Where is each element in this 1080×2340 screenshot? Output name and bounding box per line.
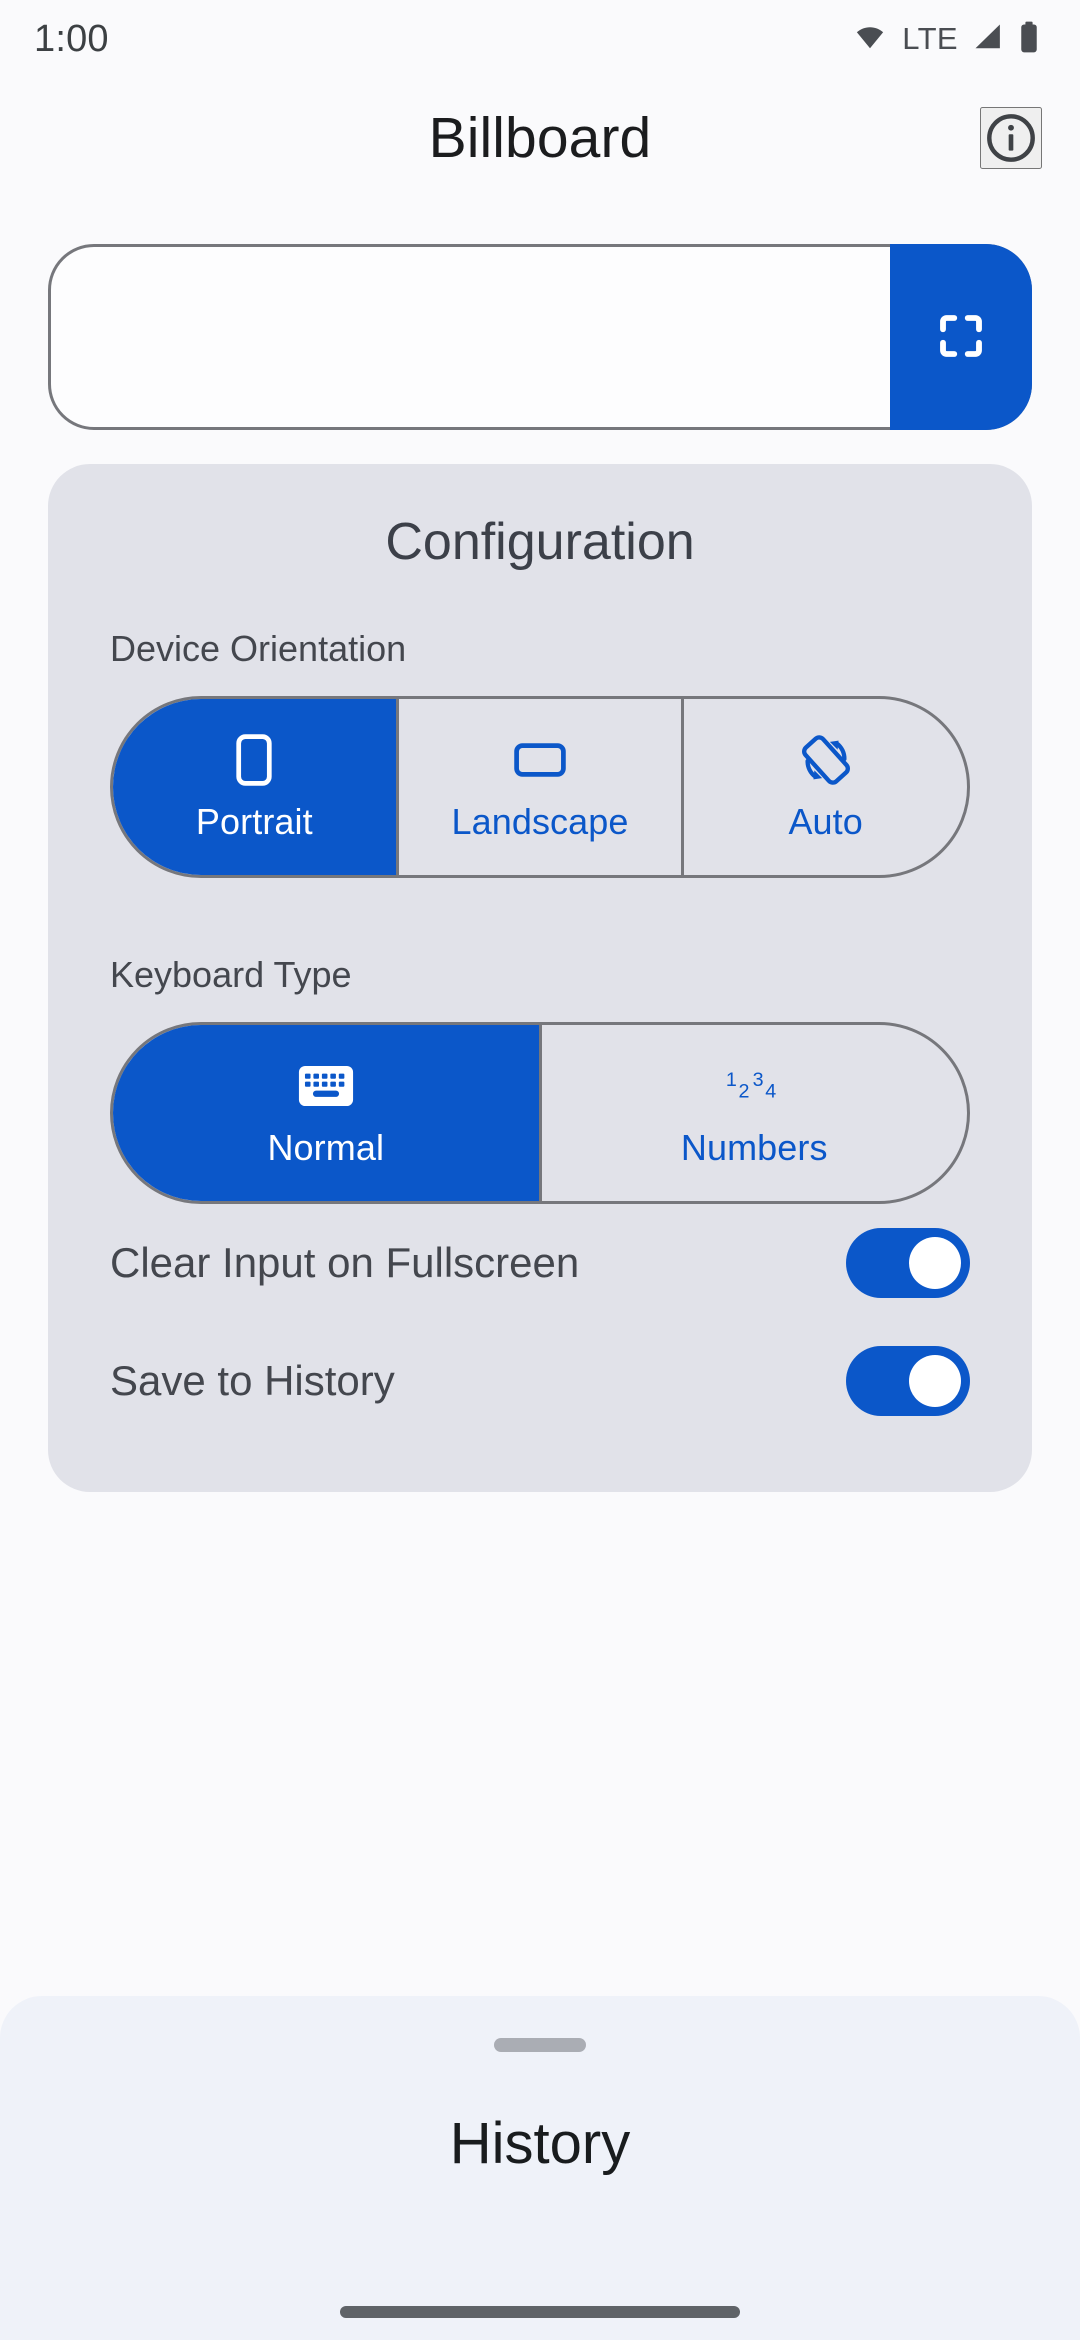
save-to-history-toggle[interactable] (846, 1346, 970, 1416)
billboard-input-row (48, 244, 1032, 430)
orientation-option-auto[interactable]: Auto (684, 699, 967, 875)
orientation-option-landscape[interactable]: Landscape (399, 699, 685, 875)
svg-text:4: 4 (766, 1080, 777, 1102)
signal-icon (971, 22, 1005, 57)
svg-text:3: 3 (753, 1069, 764, 1091)
keyboard-type-segmented-control: Normal 1 2 3 4 Numbers (110, 1022, 970, 1204)
status-time: 1:00 (34, 17, 109, 60)
svg-text:2: 2 (739, 1080, 750, 1102)
fullscreen-icon (934, 309, 988, 366)
toggle-knob (909, 1237, 961, 1289)
clear-input-on-fullscreen-toggle[interactable] (846, 1228, 970, 1298)
keyboard-option-numbers-label: Numbers (680, 1127, 828, 1168)
network-label: LTE (902, 21, 958, 56)
orientation-option-portrait[interactable]: Portrait (113, 699, 399, 875)
gesture-navigation-bar (340, 2306, 740, 2318)
save-to-history-label: Save to History (110, 1357, 395, 1404)
orientation-option-landscape-label: Landscape (451, 801, 629, 842)
phone-portrait-icon (232, 731, 276, 789)
screen-rotation-icon (797, 731, 855, 789)
phone-landscape-icon (513, 731, 567, 789)
wifi-icon (851, 22, 889, 57)
battery-icon (1018, 21, 1040, 58)
history-bottom-sheet[interactable]: History (0, 1996, 1080, 2340)
svg-text:1: 1 (726, 1069, 737, 1091)
device-orientation-label: Device Orientation (110, 628, 407, 669)
toggle-knob (909, 1355, 961, 1407)
save-to-history-row: Save to History (48, 1322, 1032, 1440)
keyboard-type-label: Keyboard Type (110, 954, 352, 995)
history-title: History (449, 2111, 631, 2176)
keyboard-option-numbers[interactable]: 1 2 3 4 Numbers (542, 1025, 968, 1201)
clear-input-on-fullscreen-row: Clear Input on Fullscreen (48, 1204, 1032, 1322)
orientation-option-portrait-label: Portrait (195, 801, 313, 842)
keyboard-icon (297, 1057, 355, 1115)
billboard-text-input[interactable] (48, 244, 1032, 430)
numbers-123-icon: 1 2 3 4 (723, 1057, 785, 1115)
configuration-title: Configuration (385, 513, 695, 571)
drag-handle[interactable] (494, 2038, 586, 2052)
device-orientation-segmented-control: Portrait Landscape Auto (110, 696, 970, 878)
clear-input-on-fullscreen-label: Clear Input on Fullscreen (110, 1239, 580, 1286)
status-indicators: LTE (851, 21, 1040, 58)
page-title: Billboard (428, 106, 652, 170)
configuration-card: Configuration Device Orientation Portrai… (48, 464, 1032, 1492)
orientation-option-auto-label: Auto (788, 801, 863, 842)
keyboard-option-normal-label: Normal (267, 1127, 385, 1168)
fullscreen-button[interactable] (890, 244, 1032, 430)
app-bar: Billboard (0, 78, 1080, 198)
keyboard-option-normal[interactable]: Normal (113, 1025, 542, 1201)
info-icon[interactable] (980, 107, 1042, 169)
status-bar: 1:00 LTE (0, 0, 1080, 78)
